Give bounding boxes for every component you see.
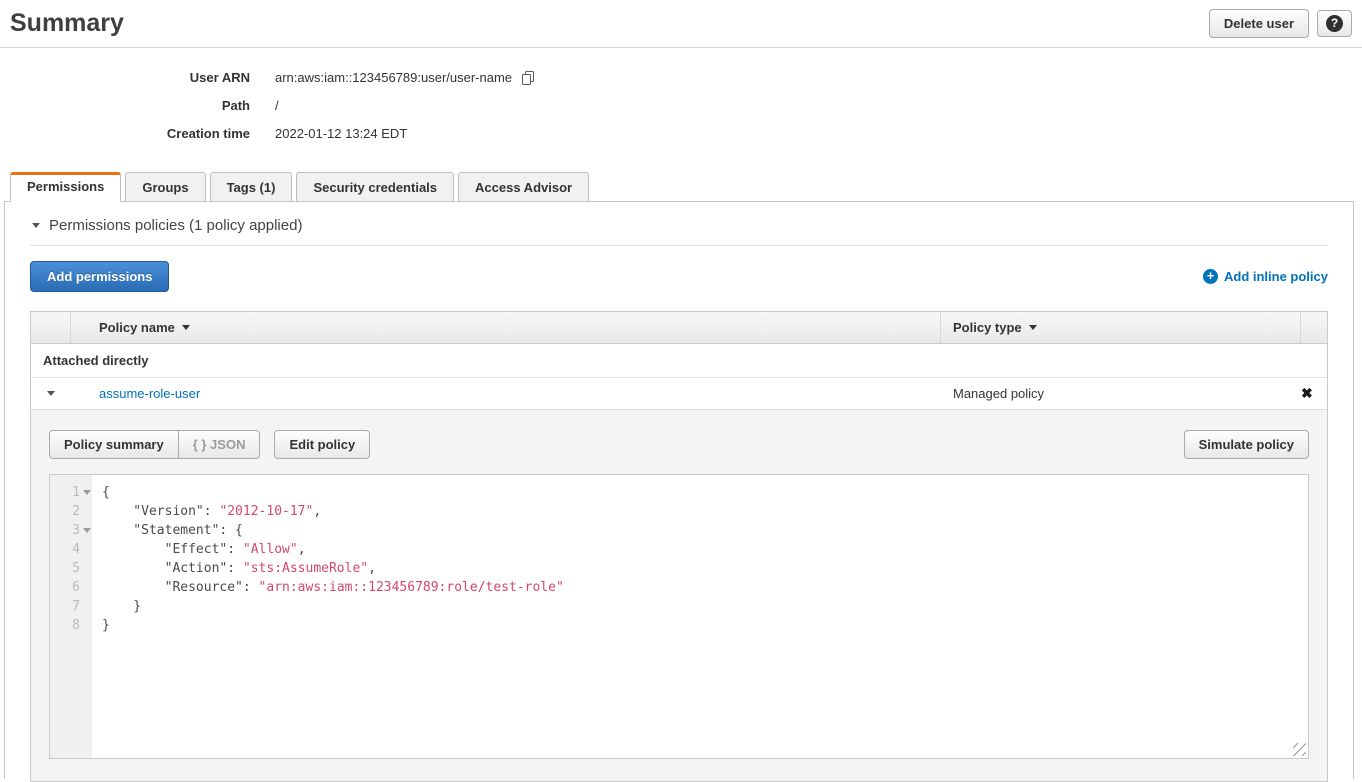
permissions-tab-panel: Permissions policies (1 policy applied) … bbox=[4, 201, 1354, 779]
action-column-header bbox=[1301, 312, 1327, 343]
policy-name-link[interactable]: assume-role-user bbox=[99, 386, 200, 401]
tab-permissions[interactable]: Permissions bbox=[10, 172, 121, 202]
tab-tags[interactable]: Tags (1) bbox=[210, 172, 293, 202]
meta-row-path: Path / bbox=[0, 92, 1362, 120]
section-collapse-caret-icon bbox=[32, 223, 40, 228]
policy-detail-actions: Policy summary { } JSON Edit policy Simu… bbox=[49, 430, 1309, 459]
json-view-button[interactable]: { } JSON bbox=[178, 430, 261, 459]
policy-name-column-header[interactable]: Policy name bbox=[71, 312, 941, 343]
code-editor-gutter: 12345678 bbox=[50, 475, 92, 758]
policy-view-toggle-group: Policy summary { } JSON bbox=[49, 430, 260, 459]
simulate-policy-button[interactable]: Simulate policy bbox=[1184, 430, 1309, 459]
copy-icon[interactable] bbox=[520, 70, 536, 86]
remove-policy-icon[interactable]: ✖ bbox=[1301, 385, 1313, 401]
delete-user-button[interactable]: Delete user bbox=[1209, 9, 1309, 38]
help-icon: ? bbox=[1326, 15, 1343, 32]
policy-table-row: assume-role-user Managed policy ✖ bbox=[31, 378, 1327, 409]
path-value: / bbox=[275, 92, 279, 120]
policy-type-header-label: Policy type bbox=[953, 320, 1022, 335]
policy-actions-row: Add permissions + Add inline policy bbox=[30, 261, 1328, 292]
plus-circle-icon: + bbox=[1203, 269, 1218, 284]
policy-table: Policy name Policy type Attached directl… bbox=[30, 311, 1328, 782]
policy-detail-panel: Policy summary { } JSON Edit policy Simu… bbox=[31, 409, 1327, 781]
add-permissions-button[interactable]: Add permissions bbox=[30, 261, 169, 292]
policy-table-header: Policy name Policy type bbox=[31, 312, 1327, 344]
path-label: Path bbox=[0, 92, 250, 120]
permissions-policies-section-toggle[interactable]: Permissions policies (1 policy applied) bbox=[30, 202, 1328, 245]
tab-security-credentials[interactable]: Security credentials bbox=[296, 172, 454, 202]
page-header: Summary Delete user ? bbox=[0, 0, 1362, 48]
edit-policy-button[interactable]: Edit policy bbox=[274, 430, 370, 459]
help-button[interactable]: ? bbox=[1317, 10, 1352, 37]
section-divider bbox=[30, 245, 1328, 246]
expander-column-header bbox=[31, 312, 71, 343]
row-expander[interactable] bbox=[31, 391, 71, 396]
creation-time-value: 2022-01-12 13:24 EDT bbox=[275, 120, 407, 148]
tab-groups[interactable]: Groups bbox=[125, 172, 205, 202]
section-title: Permissions policies (1 policy applied) bbox=[49, 217, 302, 234]
user-arn-label: User ARN bbox=[0, 64, 250, 92]
sort-caret-icon bbox=[182, 325, 190, 330]
page-title: Summary bbox=[10, 9, 124, 38]
attached-directly-group-row: Attached directly bbox=[31, 344, 1327, 378]
meta-row-user-arn: User ARN arn:aws:iam::123456789:user/use… bbox=[0, 64, 1362, 92]
creation-time-label: Creation time bbox=[0, 120, 250, 148]
policy-summary-button[interactable]: Policy summary bbox=[49, 430, 179, 459]
sort-caret-icon bbox=[1029, 325, 1037, 330]
header-actions: Delete user ? bbox=[1209, 9, 1352, 38]
policy-type-value: Managed policy bbox=[941, 386, 1301, 401]
policy-type-column-header[interactable]: Policy type bbox=[941, 312, 1301, 343]
user-meta: User ARN arn:aws:iam::123456789:user/use… bbox=[0, 48, 1362, 162]
tab-bar: Permissions Groups Tags (1) Security cre… bbox=[0, 172, 1362, 202]
add-inline-policy-link[interactable]: + Add inline policy bbox=[1203, 269, 1328, 284]
code-editor-lines: { "Version": "2012-10-17", "Statement": … bbox=[92, 475, 564, 758]
editor-resize-handle-icon[interactable] bbox=[1293, 743, 1306, 756]
row-expand-caret-icon bbox=[47, 391, 55, 396]
add-inline-policy-label: Add inline policy bbox=[1224, 269, 1328, 284]
user-arn-value: arn:aws:iam::123456789:user/user-name bbox=[275, 64, 512, 92]
json-code-editor[interactable]: 12345678 { "Version": "2012-10-17", "Sta… bbox=[49, 474, 1309, 759]
tab-access-advisor[interactable]: Access Advisor bbox=[458, 172, 589, 202]
meta-row-creation-time: Creation time 2022-01-12 13:24 EDT bbox=[0, 120, 1362, 148]
policy-name-header-label: Policy name bbox=[99, 320, 175, 335]
